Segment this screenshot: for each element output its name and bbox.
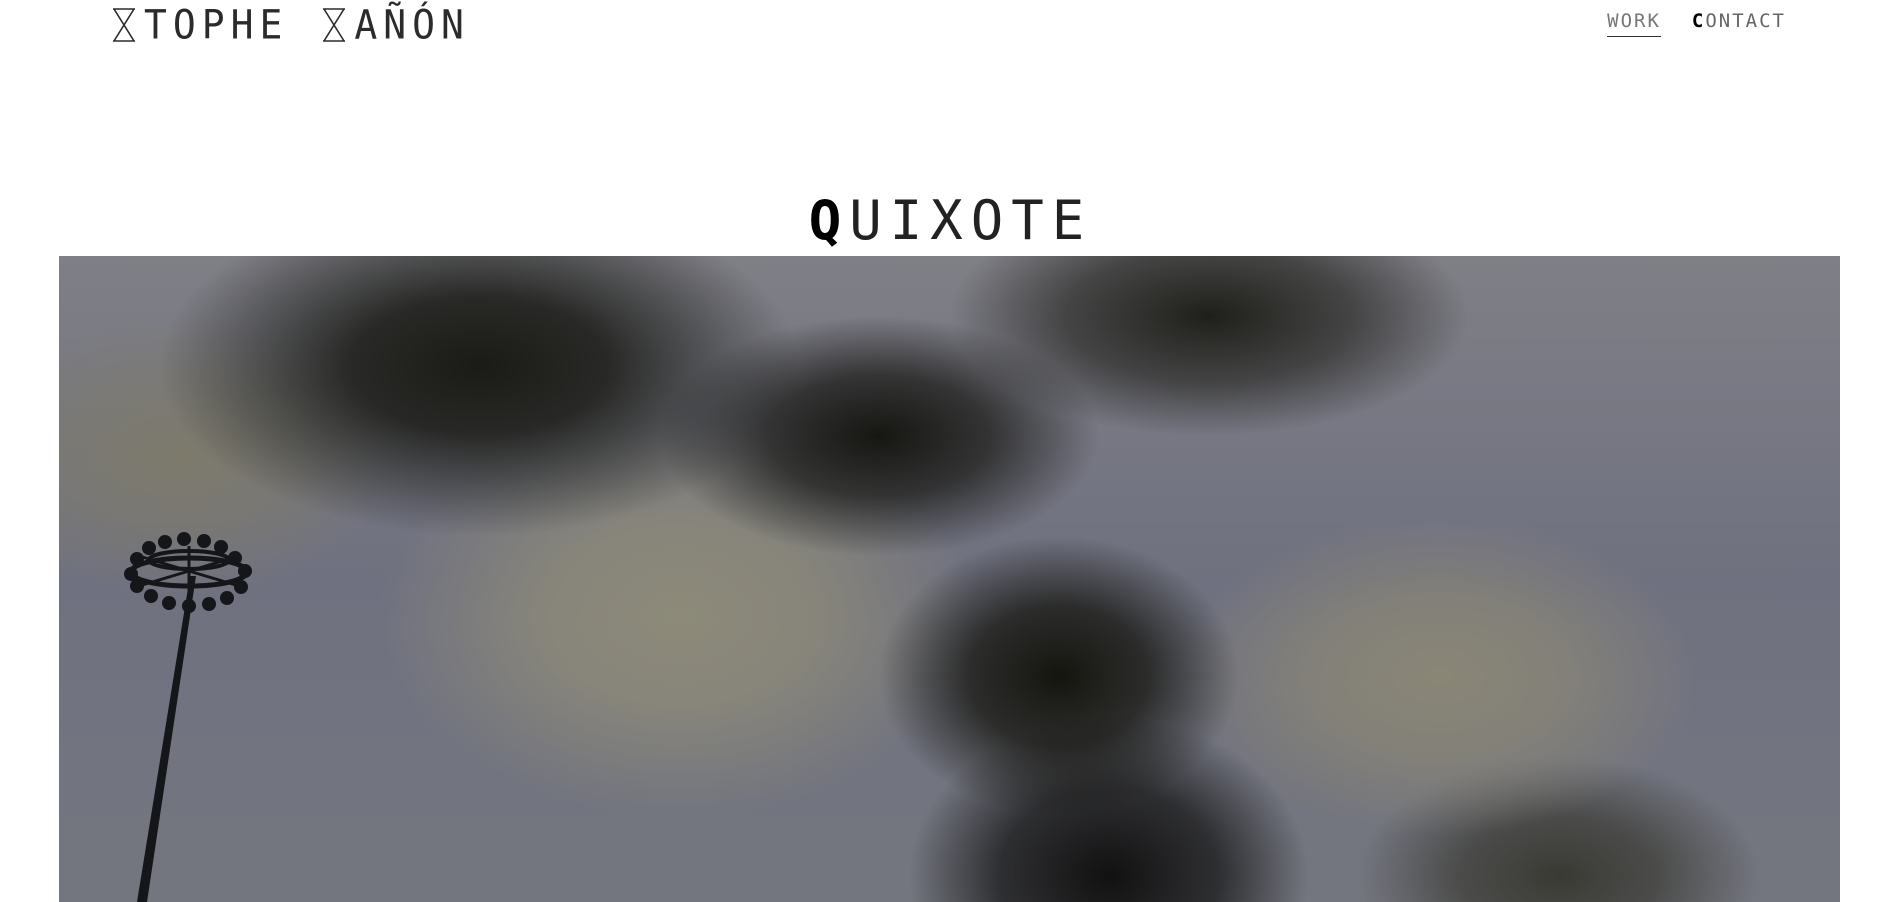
hero-image [59,256,1840,902]
logo-word-second: AÑÓN [354,1,470,49]
hourglass-icon [113,8,135,42]
site-header: TOPHE AÑÓN WORK CONTACT [0,0,1901,60]
floodlight-silhouette [124,532,252,902]
page-title: QUIXOTE [0,191,1901,251]
logo-word-first: TOPHE [144,1,289,49]
main-nav: WORK CONTACT [1607,10,1786,37]
nav-link-contact-initial: C [1691,10,1706,32]
nav-link-contact[interactable]: CONTACT [1692,10,1786,37]
hourglass-icon [323,8,346,42]
nav-link-work[interactable]: WORK [1607,10,1661,37]
nav-link-contact-rest: ONTACT [1705,10,1786,32]
page-title-initial: Q [808,189,850,253]
site-logo[interactable]: TOPHE AÑÓN [112,1,470,49]
page-title-rest: UIXOTE [849,189,1093,253]
